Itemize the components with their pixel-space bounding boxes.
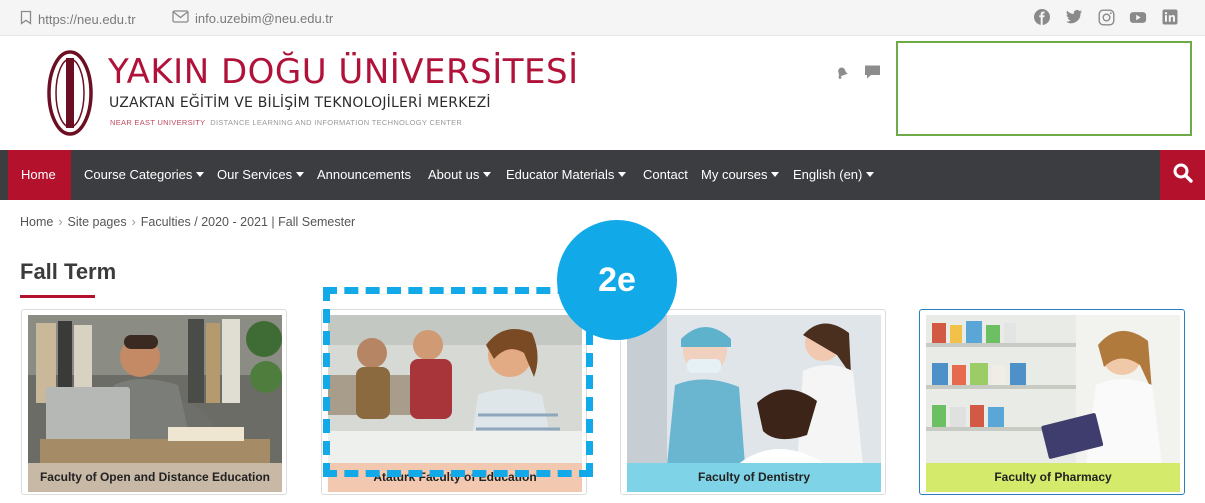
email-text: info.uzebim@neu.edu.tr xyxy=(195,10,334,26)
nav-educator-materials[interactable]: Educator Materials xyxy=(506,150,627,200)
linkedin-icon[interactable] xyxy=(1161,8,1179,26)
nav-home[interactable]: Home xyxy=(8,150,71,200)
nav-course-categories-label: Course Categories xyxy=(84,167,193,182)
nav-about-us-label: About us xyxy=(428,167,480,182)
facebook-icon[interactable] xyxy=(1033,8,1051,26)
nav-my-courses-label: My courses xyxy=(701,167,768,182)
faculty-card-dentistry[interactable]: Faculty of Dentistry xyxy=(620,309,886,495)
caret-down-icon xyxy=(296,172,305,177)
faculty-card-pharmacy[interactable]: Faculty of Pharmacy xyxy=(919,309,1185,495)
faculty-card-caption: Faculty of Dentistry xyxy=(627,463,881,492)
nav-announcements[interactable]: Announcements xyxy=(317,150,411,200)
nav-our-services-label: Our Services xyxy=(217,167,293,182)
caret-down-icon xyxy=(618,172,627,177)
center-name-english: NEAR EAST UNIVERSITY DISTANCE LEARNING A… xyxy=(110,118,462,127)
faculty-card-open-distance[interactable]: Faculty of Open and Distance Education xyxy=(21,309,287,495)
header-icons xyxy=(834,64,881,85)
annotation-badge: 2e xyxy=(557,220,677,340)
instagram-icon[interactable] xyxy=(1097,8,1115,26)
english-center-name: DISTANCE LEARNING AND INFORMATION TECHNO… xyxy=(210,118,463,127)
twitter-icon[interactable] xyxy=(1065,8,1083,26)
breadcrumb-site-pages[interactable]: Site pages xyxy=(68,215,127,229)
nav-course-categories[interactable]: Course Categories xyxy=(84,150,205,200)
caret-down-icon xyxy=(866,172,875,177)
nav-my-courses[interactable]: My courses xyxy=(701,150,780,200)
envelope-icon xyxy=(172,10,189,26)
notification-bell-icon[interactable] xyxy=(834,64,850,85)
youtube-icon[interactable] xyxy=(1129,8,1147,26)
caret-down-icon xyxy=(771,172,780,177)
nav-language[interactable]: English (en) xyxy=(793,150,875,200)
highlight-box xyxy=(896,41,1192,136)
search-icon xyxy=(1172,162,1194,189)
message-icon[interactable] xyxy=(864,64,881,85)
main-nav: Home Course Categories Our Services Anno… xyxy=(0,150,1205,200)
page: https://neu.edu.tr info.uzebim@neu.edu.t… xyxy=(0,0,1205,503)
university-name: YAKIN DOĞU ÜNİVERSİTESİ xyxy=(108,52,579,92)
caret-down-icon xyxy=(483,172,492,177)
bookmark-icon xyxy=(20,10,32,28)
breadcrumb-home[interactable]: Home xyxy=(20,215,53,229)
center-name: UZAKTAN EĞİTİM VE BİLİŞİM TEKNOLOJİLERİ … xyxy=(109,95,491,111)
page-title: Fall Term xyxy=(20,259,117,284)
title-underline xyxy=(20,295,95,298)
faculty-card-caption: Faculty of Open and Distance Education xyxy=(28,463,282,492)
breadcrumb: Home › Site pages › Faculties / 2020 - 2021 … xyxy=(20,215,355,229)
social-links xyxy=(1033,8,1179,26)
university-logo[interactable] xyxy=(46,50,94,141)
faculty-image xyxy=(28,315,282,465)
website-link[interactable]: https://neu.edu.tr xyxy=(20,10,136,28)
faculty-image xyxy=(926,315,1180,465)
chevron-right-icon: › xyxy=(131,215,136,229)
website-text: https://neu.edu.tr xyxy=(38,11,136,27)
nav-language-label: English (en) xyxy=(793,167,863,182)
faculty-card-caption: Faculty of Pharmacy xyxy=(926,463,1180,492)
faculty-image xyxy=(627,315,881,465)
annotation-dashed-box xyxy=(323,287,593,477)
caret-down-icon xyxy=(196,172,205,177)
nav-educator-materials-label: Educator Materials xyxy=(506,167,615,182)
nav-our-services[interactable]: Our Services xyxy=(217,150,305,200)
chevron-right-icon: › xyxy=(58,215,63,229)
nav-about-us[interactable]: About us xyxy=(428,150,492,200)
email-link[interactable]: info.uzebim@neu.edu.tr xyxy=(172,10,333,26)
nav-contact[interactable]: Contact xyxy=(643,150,688,200)
english-university-name: NEAR EAST UNIVERSITY xyxy=(110,118,206,127)
search-button[interactable] xyxy=(1160,150,1205,200)
breadcrumb-current: Faculties / 2020 - 2021 | Fall Semester xyxy=(140,215,356,229)
top-bar: https://neu.edu.tr info.uzebim@neu.edu.t… xyxy=(0,0,1205,36)
